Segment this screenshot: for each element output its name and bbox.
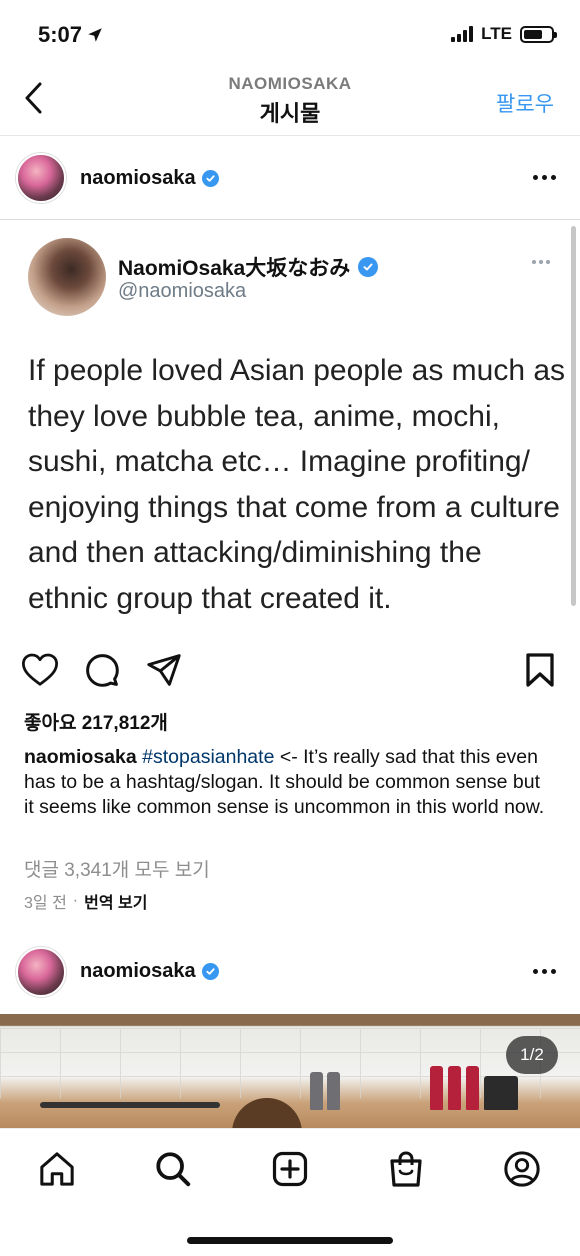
cellular-signal-icon (451, 26, 474, 42)
more-options-button[interactable] (533, 175, 556, 180)
tweet-text: If people loved Asian people as much as … (28, 354, 566, 615)
search-icon (156, 1152, 191, 1187)
bottom-tab-bar (0, 1128, 580, 1256)
more-options-button[interactable] (533, 969, 556, 974)
tab-home[interactable] (35, 1147, 79, 1191)
share-button[interactable] (144, 650, 184, 690)
status-indicators: LTE (451, 24, 557, 44)
tweet-name-label: NaomiOsaka大坂なおみ (118, 257, 351, 280)
post-meta: 3일 전 · 번역 보기 (24, 889, 147, 913)
battery-icon (520, 25, 557, 43)
save-button[interactable] (520, 650, 560, 690)
tab-new-post[interactable] (268, 1147, 312, 1191)
post-header: naomiosaka (0, 136, 580, 220)
post-header: naomiosaka (0, 942, 580, 1008)
post-time: 3일 전 (24, 895, 67, 912)
post-username[interactable]: naomiosaka (80, 167, 219, 190)
scrollbar[interactable] (571, 226, 576, 606)
tab-profile[interactable] (500, 1147, 544, 1191)
photo-bar (40, 1102, 220, 1108)
more-horizontal-icon (533, 969, 538, 974)
home-icon (40, 1152, 74, 1186)
more-horizontal-icon (533, 175, 538, 180)
follow-button[interactable]: 팔로우 (496, 88, 554, 118)
comment-button[interactable] (82, 650, 122, 690)
caption-username[interactable]: naomiosaka (24, 746, 137, 768)
status-time-label: 5:07 (38, 22, 83, 47)
nav-subtitle: NAOMIOSAKA (228, 74, 352, 93)
network-type: LTE (481, 24, 512, 43)
tab-shop[interactable] (384, 1147, 428, 1191)
photo-bottle (327, 1072, 340, 1110)
likes-count[interactable]: 좋아요 217,812개 (24, 708, 168, 735)
avatar[interactable] (16, 947, 66, 997)
caption-hashtag[interactable]: #stopasianhate (142, 746, 274, 768)
tab-search[interactable] (151, 1147, 195, 1191)
add-post-icon (272, 1151, 308, 1187)
post-photo[interactable]: 1/2 (0, 1014, 580, 1128)
bookmark-icon (526, 653, 554, 687)
like-button[interactable] (20, 650, 60, 690)
send-icon (147, 654, 181, 686)
photo-bottle (448, 1066, 461, 1110)
profile-icon (504, 1151, 540, 1187)
username-label: naomiosaka (80, 167, 196, 189)
image-counter: 1/2 (506, 1036, 558, 1074)
tweet-more-icon (532, 260, 550, 264)
caption: naomiosaka #stopasianhate <- It’s really… (24, 745, 554, 820)
username-label: naomiosaka (80, 960, 196, 982)
action-bar (0, 650, 580, 694)
navigation-header: NAOMIOSAKA 게시물 팔로우 (0, 64, 580, 136)
nav-titles: NAOMIOSAKA 게시물 (0, 74, 580, 128)
tweet-avatar (28, 238, 106, 316)
verified-badge-icon (358, 257, 379, 277)
view-all-comments-link[interactable]: 댓글 3,341개 모두 보기 (24, 855, 210, 882)
tweet-display-name: NaomiOsaka大坂なおみ (118, 252, 379, 282)
meta-separator: · (72, 892, 79, 909)
tweet-handle: @naomiosaka (118, 280, 247, 302)
verified-badge-icon (201, 963, 219, 980)
post-username[interactable]: naomiosaka (80, 960, 219, 983)
photo-bottle (466, 1066, 479, 1110)
status-time: 5:07 (38, 22, 104, 48)
photo-person (232, 1098, 302, 1128)
shop-icon (390, 1151, 422, 1187)
status-bar: 5:07 LTE (0, 0, 580, 64)
verified-badge-icon (201, 170, 219, 187)
page-title: 게시물 (259, 101, 321, 126)
translate-button[interactable]: 번역 보기 (84, 889, 147, 913)
location-arrow-icon (88, 28, 102, 42)
photo-bottle (484, 1076, 518, 1110)
photo-bottle (310, 1072, 323, 1110)
heart-icon (21, 653, 59, 686)
home-indicator[interactable] (187, 1237, 393, 1244)
photo-bottle (430, 1066, 443, 1110)
post-image-tweet[interactable]: NaomiOsaka大坂なおみ @naomiosaka If people lo… (0, 220, 580, 640)
comment-icon (86, 654, 119, 687)
avatar[interactable] (16, 153, 66, 203)
